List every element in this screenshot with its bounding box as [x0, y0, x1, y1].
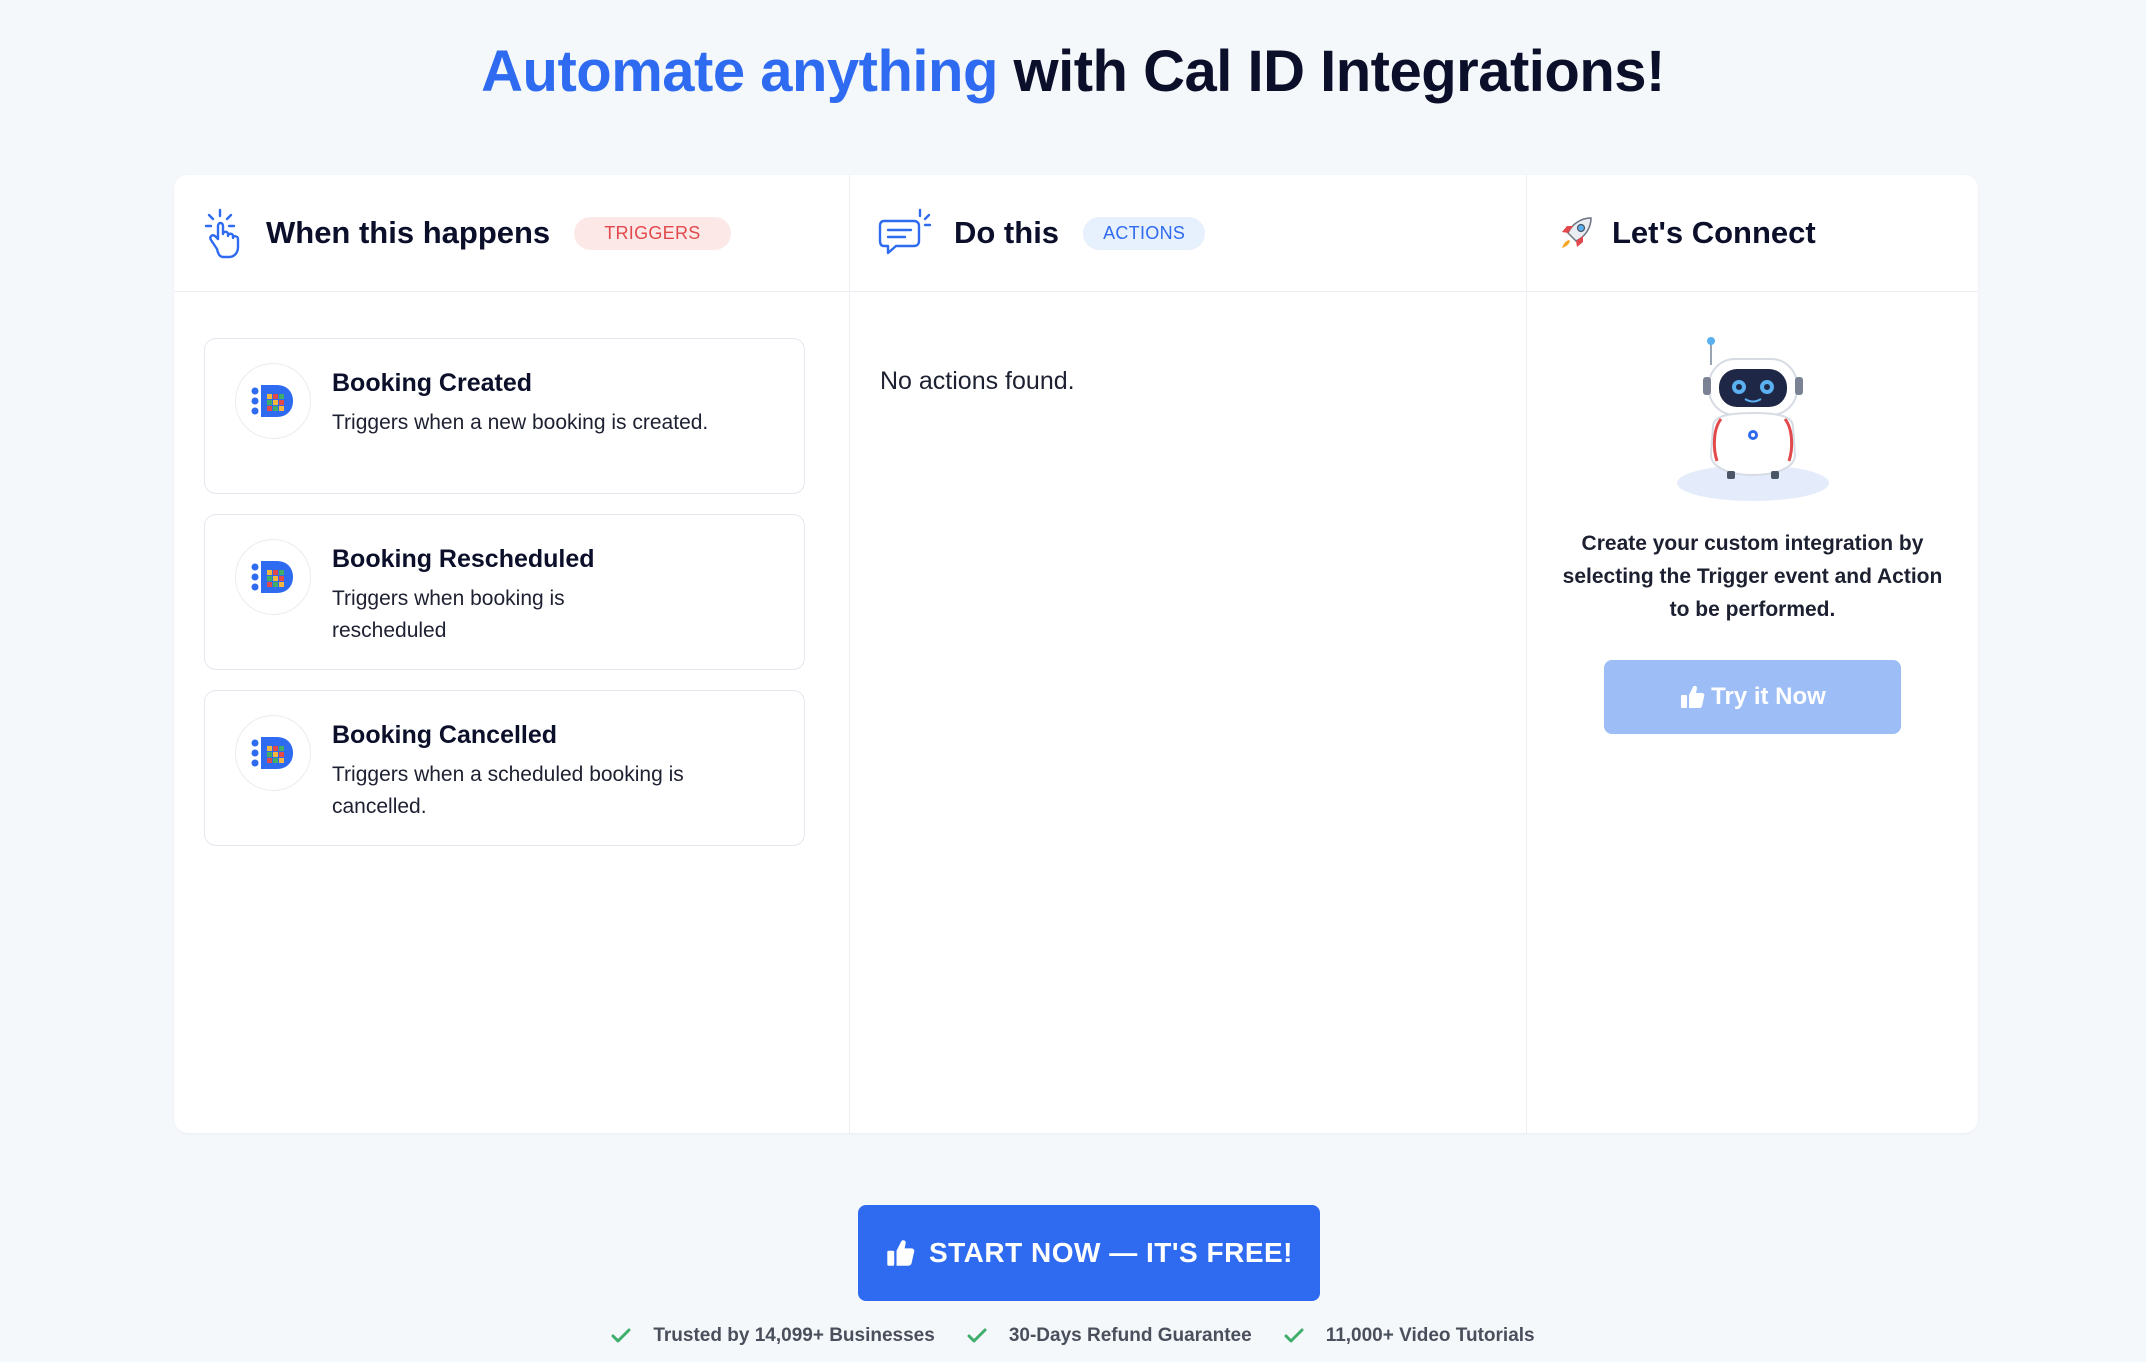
- trust-badge-label: 11,000+ Video Tutorials: [1325, 1325, 1535, 1346]
- actions-title: Do this: [954, 215, 1060, 250]
- trigger-title: Booking Rescheduled: [332, 545, 595, 573]
- page-title: Automate anything with Cal ID Integratio…: [0, 38, 2146, 105]
- start-now-button[interactable]: START NOW — IT'S FREE!: [858, 1205, 1320, 1301]
- trust-badge-refund: 30-Days Refund Guarantee: [967, 1325, 1252, 1347]
- actions-header: Do this ACTIONS: [850, 175, 1526, 292]
- thumbs-up-icon: [1679, 684, 1705, 710]
- trust-badges: Trusted by 14,099+ Businesses 30-Days Re…: [0, 1325, 2146, 1347]
- chat-bubble-icon: [878, 207, 934, 259]
- rocket-icon: [1556, 207, 1596, 259]
- start-now-label: START NOW — IT'S FREE!: [928, 1237, 1293, 1268]
- trigger-item-booking-rescheduled[interactable]: Booking Rescheduled Triggers when bookin…: [204, 514, 805, 670]
- robot-icon: [1673, 333, 1833, 508]
- tap-hand-icon: [202, 207, 246, 259]
- thumbs-up-icon: [885, 1238, 915, 1268]
- trust-badge-businesses: Trusted by 14,099+ Businesses: [611, 1325, 935, 1347]
- connect-title: Let's Connect: [1612, 215, 1816, 250]
- trust-badge-label: 30-Days Refund Guarantee: [1008, 1325, 1252, 1346]
- check-icon: [1284, 1328, 1304, 1344]
- cal-id-logo-icon: [235, 539, 311, 615]
- trigger-item-booking-cancelled[interactable]: Booking Cancelled Triggers when a schedu…: [204, 690, 805, 846]
- integration-builder-card: When this happens TRIGGERS Booking Creat…: [174, 175, 1978, 1133]
- triggers-header: When this happens TRIGGERS: [174, 175, 849, 292]
- trigger-item-booking-created[interactable]: Booking Created Triggers when a new book…: [204, 338, 805, 494]
- integrations-page: Automate anything with Cal ID Integratio…: [0, 0, 2146, 1362]
- triggers-title: When this happens: [266, 215, 551, 250]
- connect-column: Let's Connect Create your custom integra…: [1527, 175, 1978, 1133]
- trigger-description: Triggers when a scheduled booking is can…: [332, 763, 684, 818]
- triggers-badge: TRIGGERS: [574, 216, 731, 250]
- check-icon: [967, 1328, 987, 1344]
- try-it-now-button[interactable]: Try it Now: [1604, 660, 1901, 734]
- cal-id-logo-icon: [235, 363, 311, 439]
- actions-column: Do this ACTIONS No actions found.: [850, 175, 1527, 1133]
- trust-badge-label: Trusted by 14,099+ Businesses: [653, 1325, 935, 1346]
- trigger-description: Triggers when booking is rescheduled: [332, 587, 565, 642]
- check-icon: [611, 1328, 631, 1344]
- empty-actions-message: No actions found.: [880, 367, 1075, 395]
- connect-description: Create your custom integration by select…: [1562, 532, 1943, 621]
- trust-badge-tutorials: 11,000+ Video Tutorials: [1284, 1325, 1535, 1347]
- actions-badge: ACTIONS: [1083, 216, 1206, 250]
- trigger-title: Booking Created: [332, 369, 533, 397]
- cal-id-logo-icon: [235, 715, 311, 791]
- connect-header: Let's Connect: [1527, 175, 1978, 292]
- try-it-now-label: Try it Now: [1711, 683, 1826, 710]
- robot-illustration: [1527, 333, 1978, 508]
- trigger-title: Booking Cancelled: [332, 721, 558, 749]
- page-title-accent: Automate anything: [481, 39, 998, 104]
- trigger-description: Triggers when a new booking is created.: [332, 411, 709, 434]
- page-title-rest: with Cal ID Integrations!: [1013, 39, 1666, 104]
- triggers-column: When this happens TRIGGERS Booking Creat…: [174, 175, 850, 1133]
- trigger-list: Booking Created Triggers when a new book…: [204, 338, 805, 866]
